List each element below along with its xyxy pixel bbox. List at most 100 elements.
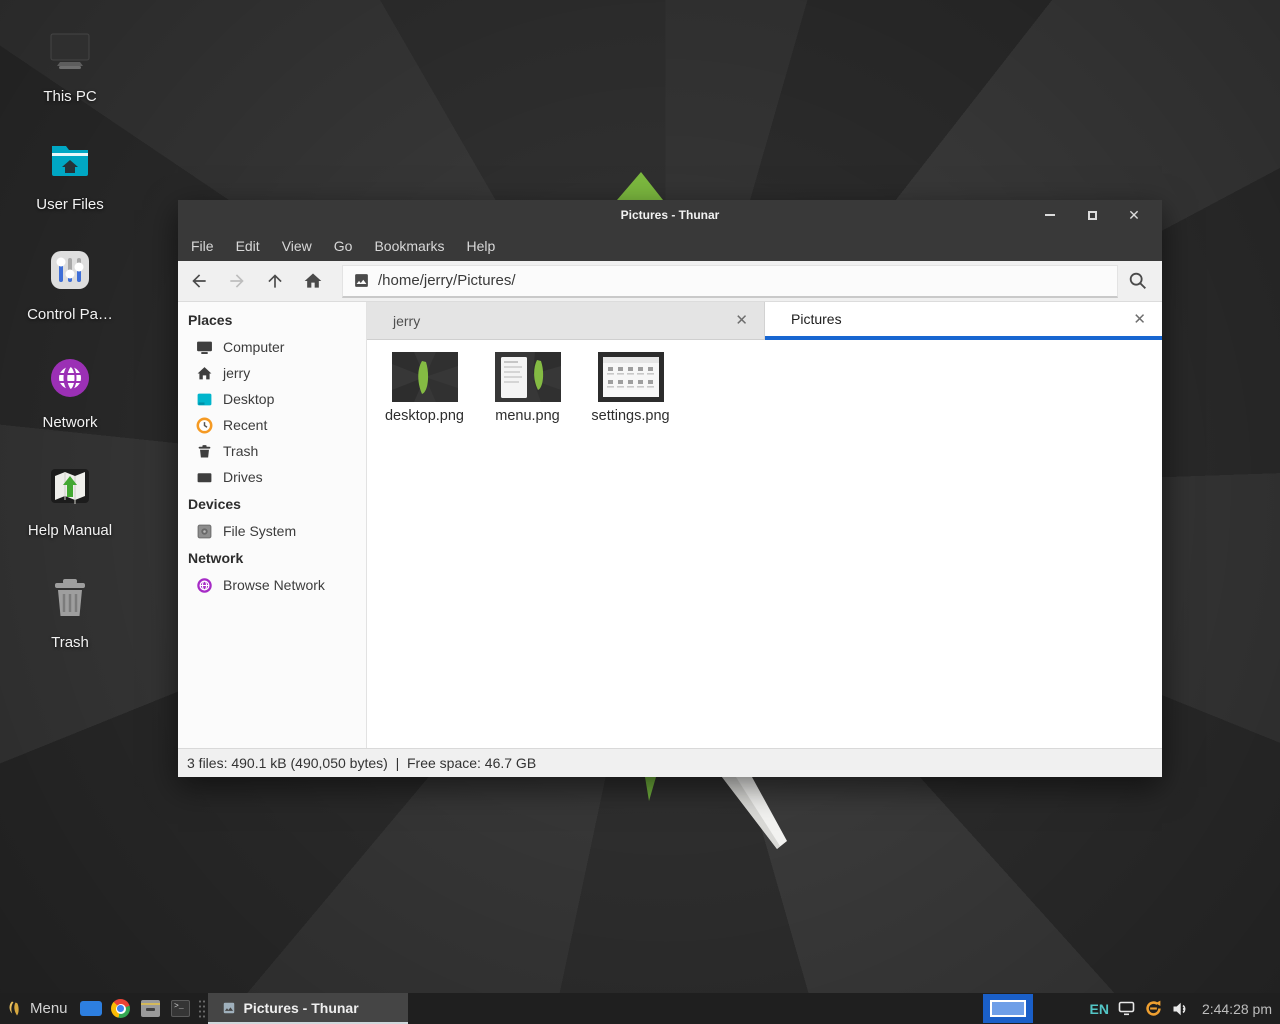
sidebar: Places Computer jerry Desk	[178, 302, 367, 748]
home-icon	[196, 365, 213, 382]
sidebar-item-trash[interactable]: Trash	[178, 438, 366, 464]
desktop-icon-control-panel[interactable]: Control Pa…	[10, 246, 130, 323]
image-thumbnail	[392, 352, 458, 402]
desktop-icon-user-files[interactable]: User Files	[10, 136, 130, 213]
taskbar-window-button[interactable]: Pictures - Thunar	[208, 993, 408, 1024]
trash-icon	[196, 443, 213, 460]
arrow-right-icon	[227, 271, 247, 291]
image-icon	[353, 272, 370, 289]
taskbar-window-title: Pictures - Thunar	[244, 1000, 359, 1016]
sidebar-item-label: jerry	[223, 365, 250, 381]
desktop-icon-label: Control Pa…	[10, 306, 130, 323]
sidebar-header-network: Network	[178, 544, 366, 572]
recent-clock-icon	[196, 417, 213, 434]
update-manager-icon[interactable]	[1144, 999, 1163, 1018]
home-icon	[303, 271, 323, 291]
network-globe-icon	[196, 577, 213, 594]
up-button[interactable]	[256, 264, 294, 298]
back-button[interactable]	[180, 264, 218, 298]
sidebar-item-jerry[interactable]: jerry	[178, 360, 366, 386]
menu-help[interactable]: Help	[456, 230, 507, 261]
home-button[interactable]	[294, 264, 332, 298]
tab-close-icon[interactable]: ✕	[1129, 312, 1150, 327]
show-desktop-icon	[80, 1001, 102, 1016]
menu-edit[interactable]: Edit	[225, 230, 271, 261]
drive-icon	[196, 469, 213, 486]
desktop-icon-label: Trash	[10, 634, 130, 651]
file-view[interactable]: desktop.png	[367, 340, 1162, 748]
chrome-launcher[interactable]	[106, 993, 136, 1024]
display-tray-icon[interactable]	[1118, 1001, 1135, 1016]
tab-label: jerry	[393, 313, 731, 329]
sidebar-item-file-system[interactable]: File System	[178, 518, 366, 544]
forward-button[interactable]	[218, 264, 256, 298]
show-desktop-button[interactable]	[76, 993, 106, 1024]
taskbar: Menu >_ Pictures - Thunar	[0, 993, 1280, 1024]
thunar-window: Pictures - Thunar ✕ File Edit View Go Bo…	[178, 200, 1162, 777]
sidebar-item-drives[interactable]: Drives	[178, 464, 366, 490]
menu-button[interactable]: Menu	[0, 993, 76, 1024]
sidebar-item-label: Trash	[223, 443, 258, 459]
tab-close-icon[interactable]: ✕	[731, 313, 752, 328]
window-list-grip[interactable]	[198, 999, 206, 1019]
file-item-settings-png[interactable]: settings.png	[579, 350, 682, 424]
menu-go[interactable]: Go	[323, 230, 364, 261]
desktop-icon-network[interactable]: Network	[10, 354, 130, 431]
path-bar[interactable]: /home/jerry/Pictures/	[342, 265, 1118, 298]
tab-pictures[interactable]: Pictures ✕	[765, 302, 1162, 340]
minimize-button[interactable]	[1036, 201, 1064, 229]
file-item-desktop-png[interactable]: desktop.png	[373, 350, 476, 424]
file-name: menu.png	[476, 408, 579, 424]
desktop-icon	[196, 391, 213, 408]
computer-icon	[46, 28, 94, 76]
menu-file[interactable]: File	[180, 230, 225, 261]
sidebar-item-label: File System	[223, 523, 296, 539]
sidebar-item-label: Desktop	[223, 391, 274, 407]
status-bar: 3 files: 490.1 kB (490,050 bytes) | Free…	[178, 748, 1162, 777]
keyboard-layout-indicator[interactable]: EN	[1089, 1001, 1108, 1017]
desktop-icon-help-manual[interactable]: Help Manual	[10, 462, 130, 539]
home-folder-icon	[46, 136, 94, 184]
sidebar-header-devices: Devices	[178, 490, 366, 518]
menubar: File Edit View Go Bookmarks Help	[178, 230, 1162, 261]
menu-bookmarks[interactable]: Bookmarks	[363, 230, 455, 261]
desktop-icon-label: This PC	[10, 88, 130, 105]
workspace-active	[990, 1000, 1026, 1017]
filesystem-icon	[196, 523, 213, 540]
desktop-icon-this-pc[interactable]: This PC	[10, 28, 130, 105]
file-manager-icon	[141, 1000, 160, 1017]
sidebar-item-desktop[interactable]: Desktop	[178, 386, 366, 412]
status-text: 3 files: 490.1 kB (490,050 bytes) | Free…	[187, 755, 536, 771]
menu-view[interactable]: View	[271, 230, 323, 261]
control-panel-icon	[46, 246, 94, 294]
sidebar-item-browse-network[interactable]: Browse Network	[178, 572, 366, 598]
file-item-menu-png[interactable]: menu.png	[476, 350, 579, 424]
workspace-switcher[interactable]	[983, 994, 1033, 1023]
arrow-up-icon	[265, 271, 285, 291]
arrow-left-icon	[189, 271, 209, 291]
terminal-launcher[interactable]: >_	[166, 993, 196, 1024]
desktop-icon-trash[interactable]: Trash	[10, 574, 130, 651]
search-button[interactable]	[1118, 264, 1158, 298]
desktop-screen: This PC User Files Control Pa…	[0, 0, 1280, 1024]
file-manager-launcher[interactable]	[136, 993, 166, 1024]
toolbar: /home/jerry/Pictures/	[178, 261, 1162, 302]
sidebar-header-places: Places	[178, 306, 366, 334]
help-manual-icon	[46, 462, 94, 510]
file-name: desktop.png	[373, 408, 476, 424]
maximize-button[interactable]	[1078, 201, 1106, 229]
close-button[interactable]: ✕	[1120, 201, 1148, 229]
sidebar-item-recent[interactable]: Recent	[178, 412, 366, 438]
clock[interactable]: 2:44:28 pm	[1202, 1001, 1272, 1017]
desktop-icon-label: Network	[10, 414, 130, 431]
desktop-icon-label: User Files	[10, 196, 130, 213]
volume-icon[interactable]	[1172, 1001, 1189, 1017]
sidebar-item-computer[interactable]: Computer	[178, 334, 366, 360]
desktop-icon-label: Help Manual	[10, 522, 130, 539]
chrome-icon	[111, 999, 130, 1018]
titlebar[interactable]: Pictures - Thunar ✕	[178, 200, 1162, 230]
tab-jerry[interactable]: jerry ✕	[367, 302, 765, 340]
sidebar-item-label: Drives	[223, 469, 263, 485]
image-thumbnail	[495, 352, 561, 402]
sidebar-item-label: Browse Network	[223, 577, 325, 593]
